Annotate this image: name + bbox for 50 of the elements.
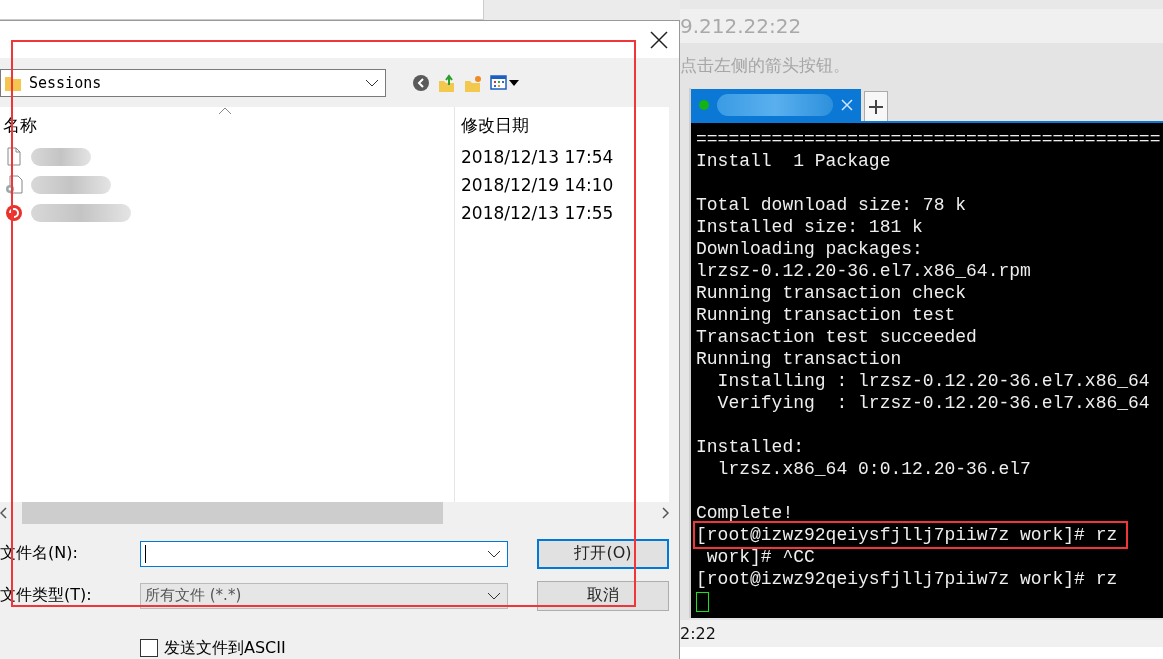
terminal-cursor (696, 592, 709, 612)
sort-caret-icon (218, 107, 232, 116)
terminal-line: [root@izwz92qeiysfjllj7piiw7z work]# rz (696, 524, 1126, 546)
hint-text: 点击左侧的箭头按钮。 (680, 54, 850, 77)
terminal-line: Installed: (696, 436, 805, 458)
open-button[interactable]: 打开(O) (537, 539, 669, 569)
folder-up-icon[interactable] (438, 73, 456, 92)
terminal-line: lrzsz.x86_64 0:0.12.20-36.el7 (716, 458, 1031, 480)
scroll-left-icon[interactable] (0, 507, 8, 519)
terminal-line: Complete! (696, 502, 794, 524)
blurred-filename (31, 148, 91, 167)
terminal-line: Downloading packages: (696, 238, 923, 260)
new-tab-button[interactable] (864, 91, 888, 121)
filename-field[interactable] (140, 541, 508, 567)
terminal-line: Installing : lrzsz-0.12.20-36.el7.x86_64 (716, 370, 1150, 392)
cancel-button[interactable]: 取消 (537, 581, 669, 611)
address-text: 9.212.22:22 (680, 14, 802, 38)
checkbox-label: 发送文件到ASCII (164, 638, 286, 659)
terminal-line: Installed size: 181 k (696, 216, 923, 238)
column-header[interactable]: 修改日期 (461, 113, 529, 137)
close-icon (650, 30, 668, 49)
terminal-line: Running transaction test (696, 304, 956, 326)
terminal-line: Verifying : lrzsz-0.12.20-36.el7.x86_64 (716, 392, 1150, 414)
terminal-line: Running transaction check (696, 282, 967, 304)
close-icon[interactable] (841, 99, 853, 111)
scrollbar-thumb[interactable] (22, 502, 443, 524)
gear-file-icon (5, 175, 23, 196)
terminal-line: Transaction test succeeded (696, 326, 977, 348)
back-icon[interactable] (412, 73, 430, 92)
chevron-icon (487, 592, 501, 600)
view-menu-icon[interactable] (490, 74, 520, 92)
plus-icon (869, 99, 883, 114)
scroll-right-icon[interactable] (661, 507, 669, 519)
terminal-line: Total download size: 78 k (696, 194, 967, 216)
terminal-line: work]# ^CC (705, 546, 815, 568)
terminal-line: lrzsz-0.12.20-36.el7.x86_64.rpm (696, 260, 1031, 282)
terminal-line: [root@izwz92qeiysfjllj7piiw7z work]# rz (696, 568, 1118, 590)
terminal-line: Running transaction (696, 348, 902, 370)
swirl-icon (5, 203, 23, 224)
date-cell: 2018/12/13 17:54 (461, 147, 614, 168)
date-cell: 2018/12/19 14:10 (461, 175, 614, 196)
location-dropdown[interactable]: Sessions (0, 68, 386, 97)
chevron-icon (487, 550, 501, 558)
chevron-icon (365, 78, 379, 87)
checkbox[interactable] (140, 639, 158, 658)
terminal-line: Install 1 Package (696, 150, 891, 172)
terminal-line: =========================================== (696, 128, 1161, 150)
date-cell: 2018/12/13 17:55 (461, 203, 614, 224)
filetype-dropdown[interactable]: 所有文件 (*.*) (140, 583, 508, 609)
status-text: 2:22 (680, 624, 716, 643)
